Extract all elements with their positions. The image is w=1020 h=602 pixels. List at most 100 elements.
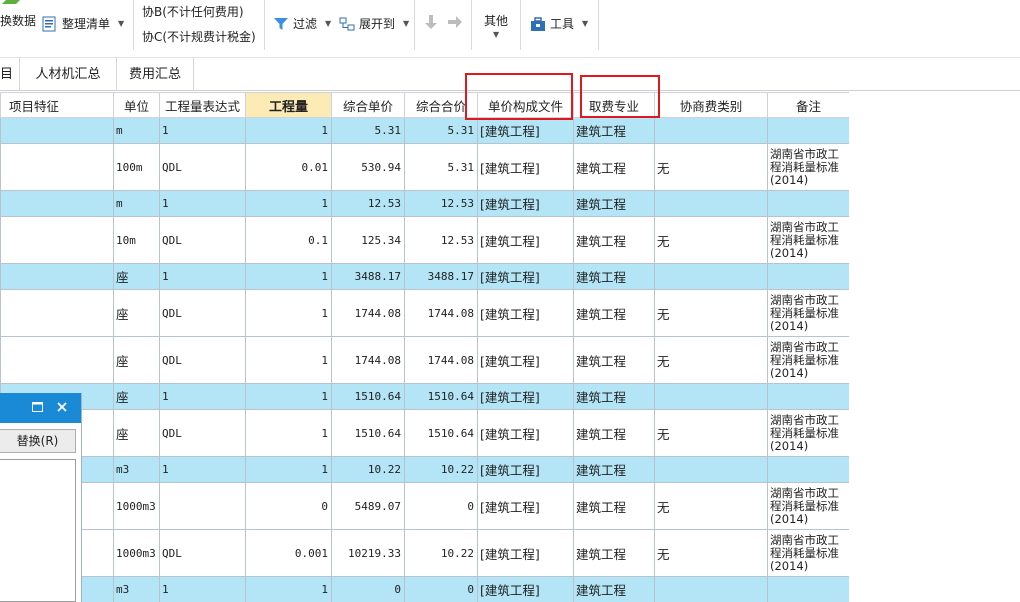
col-header-quantity[interactable]: 工程量	[245, 92, 332, 118]
cell-major[interactable]: 建筑工程	[573, 216, 655, 264]
cell-total[interactable]: 1744.08	[404, 336, 478, 384]
table-row-norm-item[interactable]: 1000m3 QDL 0.001 10219.33 10.22 [建筑工程] 建筑工程无湖南…	[0, 529, 849, 577]
cell-total[interactable]: 1744.08	[404, 289, 478, 337]
cell-file[interactable]: [建筑工程]	[477, 482, 574, 530]
cell-note[interactable]: 湖南省市政工程消耗量标准(2014)	[767, 289, 849, 337]
cell-cat[interactable]	[654, 117, 768, 144]
cell-price[interactable]: 5489.07	[331, 482, 405, 530]
cell-total[interactable]: 3488.17	[404, 263, 478, 290]
cell-note[interactable]: 湖南省市政工程消耗量标准(2014)	[767, 482, 849, 530]
cell-note[interactable]	[767, 190, 849, 217]
cell-file[interactable]: [建筑工程]	[477, 336, 574, 384]
col-header-remarks[interactable]: 备注	[767, 92, 849, 118]
cell-note[interactable]	[767, 117, 849, 144]
cell-major[interactable]: 建筑工程	[573, 143, 655, 191]
cell-unit[interactable]: 1000m3	[113, 529, 160, 577]
cell-qty[interactable]: 1	[245, 456, 332, 483]
cell-expr[interactable]: 1	[159, 117, 246, 144]
cell-major[interactable]: 建筑工程	[573, 263, 655, 290]
cell-file[interactable]: [建筑工程]	[477, 529, 574, 577]
cell-total[interactable]: 10.22	[404, 456, 478, 483]
cell-qty[interactable]: 1	[245, 383, 332, 410]
cell-price[interactable]: 10219.33	[331, 529, 405, 577]
cell-unit[interactable]: 座	[113, 383, 160, 410]
close-icon[interactable]	[57, 401, 67, 415]
table-row-bill-item[interactable]: m 1 1 12.53 12.53 [建筑工程] 建筑工程	[0, 190, 849, 217]
panel-list-box[interactable]	[0, 459, 76, 602]
cell-cat[interactable]: 无	[654, 143, 768, 191]
cell-cat[interactable]: 无	[654, 216, 768, 264]
tab-labor-material-machine-summary[interactable]: 人材机汇总	[20, 58, 117, 91]
cell-qty[interactable]: 0.001	[245, 529, 332, 577]
cell-unit[interactable]: 100m	[113, 143, 160, 191]
cell-major[interactable]: 建筑工程	[573, 190, 655, 217]
tab-items[interactable]: 目	[0, 58, 20, 91]
cell-unit[interactable]: m3	[113, 456, 160, 483]
cell-total[interactable]: 5.31	[404, 143, 478, 191]
cell-expr[interactable]: 1	[159, 190, 246, 217]
cell-total[interactable]: 1510.64	[404, 383, 478, 410]
cell-note[interactable]	[767, 383, 849, 410]
cell-major[interactable]: 建筑工程	[573, 456, 655, 483]
cell-qty[interactable]: 1	[245, 409, 332, 457]
cell-expr[interactable]: QDL	[159, 143, 246, 191]
cell-note[interactable]: 湖南省市政工程消耗量标准(2014)	[767, 336, 849, 384]
cell-note[interactable]: 湖南省市政工程消耗量标准(2014)	[767, 409, 849, 457]
cell-major[interactable]: 建筑工程	[573, 383, 655, 410]
cell-unit[interactable]: 座	[113, 336, 160, 384]
cell-features[interactable]	[0, 289, 114, 337]
cell-unit[interactable]: 座	[113, 289, 160, 337]
cell-file[interactable]: [建筑工程]	[477, 143, 574, 191]
cell-cat[interactable]	[654, 576, 768, 602]
cell-unit[interactable]: 1000m3	[113, 482, 160, 530]
cell-expr[interactable]: QDL	[159, 336, 246, 384]
cell-cat[interactable]	[654, 190, 768, 217]
cell-price[interactable]: 530.94	[331, 143, 405, 191]
cell-file[interactable]: [建筑工程]	[477, 190, 574, 217]
cell-qty[interactable]: 0.01	[245, 143, 332, 191]
cell-features[interactable]	[0, 190, 114, 217]
cell-file[interactable]: [建筑工程]	[477, 216, 574, 264]
cell-major[interactable]: 建筑工程	[573, 117, 655, 144]
cell-note[interactable]	[767, 456, 849, 483]
cell-expr[interactable]: 1	[159, 263, 246, 290]
maximize-icon[interactable]	[32, 401, 43, 415]
cell-cat[interactable]: 无	[654, 336, 768, 384]
table-row-bill-item[interactable]: 座 1 1 3488.17 3488.17 [建筑工程] 建筑工程	[0, 263, 849, 290]
cell-note[interactable]: 湖南省市政工程消耗量标准(2014)	[767, 529, 849, 577]
cell-qty[interactable]: 1	[245, 289, 332, 337]
cell-cat[interactable]: 无	[654, 409, 768, 457]
cell-major[interactable]: 建筑工程	[573, 336, 655, 384]
cell-features[interactable]	[0, 143, 114, 191]
cell-expr[interactable]	[159, 482, 246, 530]
table-row-bill-item[interactable]: m 1 1 5.31 5.31 [建筑工程] 建筑工程	[0, 117, 849, 144]
cell-price[interactable]: 5.31	[331, 117, 405, 144]
col-header-unit-price[interactable]: 综合单价	[331, 92, 405, 118]
table-row-bill-item[interactable]: 座 1 1 1510.64 1510.64 [建筑工程] 建筑工程	[0, 383, 849, 410]
cell-qty[interactable]: 1	[245, 576, 332, 602]
cell-expr[interactable]: 1	[159, 456, 246, 483]
organize-list-button[interactable]: 整理清单 ▼	[42, 15, 124, 32]
cell-file[interactable]: [建筑工程]	[477, 576, 574, 602]
cell-unit[interactable]: 10m	[113, 216, 160, 264]
xie-b-button[interactable]: 协B(不计任何费用)	[142, 3, 244, 20]
table-row-bill-item[interactable]: m3 1 1 10.22 10.22 [建筑工程] 建筑工程	[0, 456, 849, 483]
cell-features[interactable]	[0, 216, 114, 264]
cell-cat[interactable]	[654, 383, 768, 410]
cell-total[interactable]: 5.31	[404, 117, 478, 144]
table-row-norm-item[interactable]: 100m QDL 0.01 530.94 5.31 [建筑工程] 建筑工程无湖南省市政工程消…	[0, 143, 849, 191]
cell-qty[interactable]: 1	[245, 190, 332, 217]
filter-button[interactable]: 过滤 ▼	[273, 15, 331, 32]
cell-total[interactable]: 0	[404, 482, 478, 530]
cell-total[interactable]: 12.53	[404, 216, 478, 264]
cell-expr[interactable]: QDL	[159, 529, 246, 577]
cell-note[interactable]	[767, 576, 849, 602]
table-row-bill-item[interactable]: m3 1 1 0 0 [建筑工程] 建筑工程	[0, 576, 849, 602]
arrow-down-button[interactable]	[423, 14, 439, 30]
arrow-right-button[interactable]	[447, 14, 463, 30]
cell-features[interactable]	[0, 117, 114, 144]
replace-button[interactable]: 替换(R)	[0, 429, 76, 453]
cell-total[interactable]: 1510.64	[404, 409, 478, 457]
table-row-norm-item[interactable]: 1000m3 0 5489.07 0 [建筑工程] 建筑工程无湖南省市政工程消耗量标准(2…	[0, 482, 849, 530]
table-row-norm-item[interactable]: 10m QDL 0.1 125.34 12.53 [建筑工程] 建筑工程无湖南省市政工程消耗…	[0, 216, 849, 264]
